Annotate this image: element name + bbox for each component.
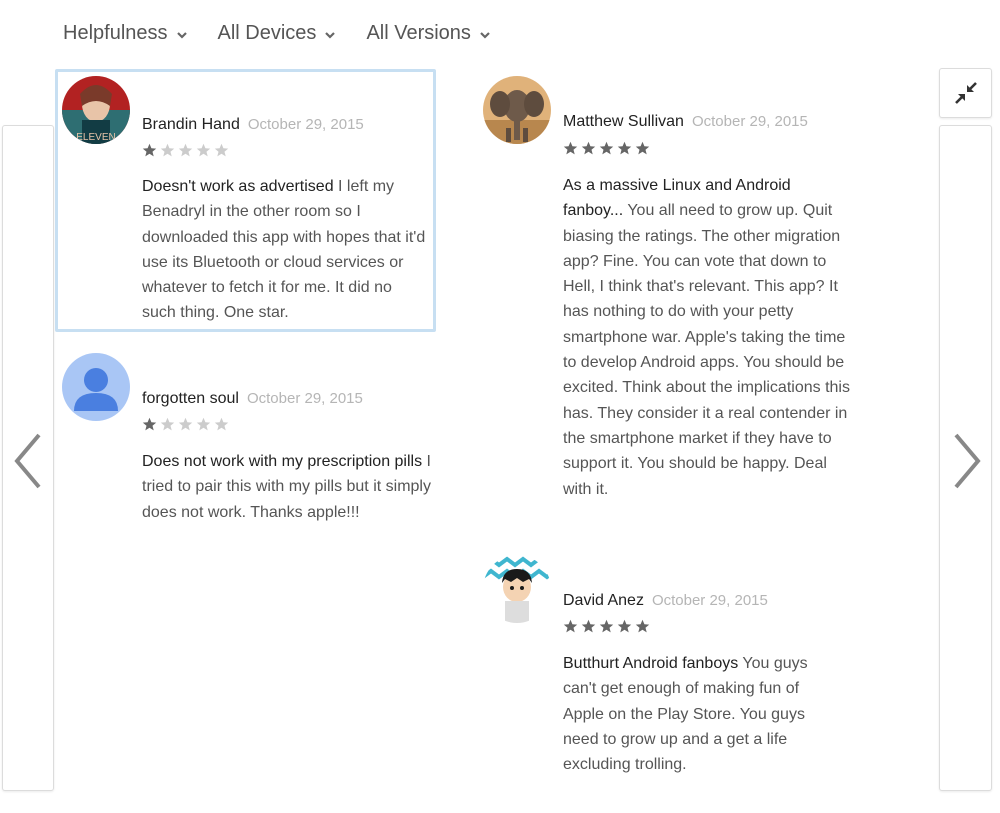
star-empty-icon (160, 417, 175, 431)
review-date: October 29, 2015 (651, 592, 768, 609)
review-title: Butthurt Android fanboys (563, 655, 739, 672)
review-header: Matthew Sullivan October 29, 2015 (563, 113, 808, 131)
star-filled-icon (599, 141, 614, 155)
filter-helpfulness[interactable]: Helpfulness (63, 22, 188, 45)
avatar: ELEVEN (62, 76, 130, 144)
star-rating (563, 619, 650, 634)
filter-label: Helpfulness (63, 22, 168, 44)
review-author: forgotten soul (142, 390, 239, 407)
review-author: Brandin Hand (142, 116, 240, 133)
star-filled-icon (617, 619, 632, 633)
review-text: I left my Benadryl in the other room so … (142, 178, 426, 322)
review-title: Does not work with my prescription pills (142, 453, 423, 470)
star-filled-icon (581, 619, 596, 633)
star-filled-icon (617, 141, 632, 155)
review-header: Brandin Hand October 29, 2015 (142, 116, 364, 134)
star-filled-icon (599, 619, 614, 633)
star-filled-icon (581, 141, 596, 155)
chevron-right-icon (954, 433, 981, 489)
review-body: Does not work with my prescription pills… (142, 449, 432, 525)
review-card[interactable]: forgotten soul October 29, 2015 Does not… (58, 349, 431, 559)
review-body: Butthurt Android fanboys You guys can't … (563, 651, 828, 777)
filter-bar: Helpfulness All Devices All Versions (63, 22, 521, 45)
chevron-left-icon (14, 433, 41, 489)
star-filled-icon (563, 619, 578, 633)
star-rating (142, 417, 229, 432)
review-body: Doesn't work as advertised I left my Ben… (142, 174, 427, 326)
star-empty-icon (196, 417, 211, 431)
filter-all-versions[interactable]: All Versions (366, 22, 491, 45)
filter-label: All Versions (366, 22, 471, 44)
review-header: forgotten soul October 29, 2015 (142, 390, 363, 408)
filter-label: All Devices (217, 22, 317, 44)
star-filled-icon (142, 143, 157, 157)
star-empty-icon (214, 143, 229, 157)
previous-page-button[interactable] (2, 125, 54, 791)
review-header: David Anez October 29, 2015 (563, 592, 768, 610)
star-empty-icon (160, 143, 175, 157)
star-filled-icon (635, 141, 650, 155)
star-empty-icon (196, 143, 211, 157)
star-empty-icon (214, 417, 229, 431)
next-page-button[interactable] (939, 125, 992, 791)
review-title: Doesn't work as advertised (142, 178, 334, 195)
filter-all-devices[interactable]: All Devices (218, 22, 337, 45)
review-date: October 29, 2015 (247, 116, 364, 133)
review-card[interactable]: David Anez October 29, 2015 Butthurt And… (479, 551, 859, 781)
collapse-icon (954, 82, 977, 104)
avatar (483, 76, 551, 144)
chevron-down-icon (176, 31, 187, 39)
avatar (62, 353, 130, 421)
avatar-text: ELEVEN (76, 132, 115, 143)
review-author: David Anez (563, 592, 644, 609)
star-empty-icon (178, 417, 193, 431)
review-author: Matthew Sullivan (563, 113, 684, 130)
star-filled-icon (142, 417, 157, 431)
star-rating (563, 141, 650, 156)
star-filled-icon (563, 141, 578, 155)
chevron-down-icon (480, 31, 490, 39)
collapse-button[interactable] (939, 68, 992, 118)
review-text: You guys can't get enough of making fun … (563, 655, 808, 774)
star-filled-icon (635, 619, 650, 633)
chevron-down-icon (325, 31, 336, 39)
review-date: October 29, 2015 (246, 390, 363, 407)
star-rating (142, 143, 229, 158)
review-card[interactable]: Matthew Sullivan October 29, 2015 As a m… (479, 72, 859, 532)
avatar (483, 555, 551, 623)
star-empty-icon (178, 143, 193, 157)
review-date: October 29, 2015 (691, 113, 808, 130)
review-text: You all need to grow up. Quit biasing th… (563, 202, 850, 498)
review-card[interactable]: ELEVEN Brandin Hand October 29, 2015 Doe… (55, 69, 436, 332)
review-body: As a massive Linux and Android fanboy...… (563, 173, 853, 502)
